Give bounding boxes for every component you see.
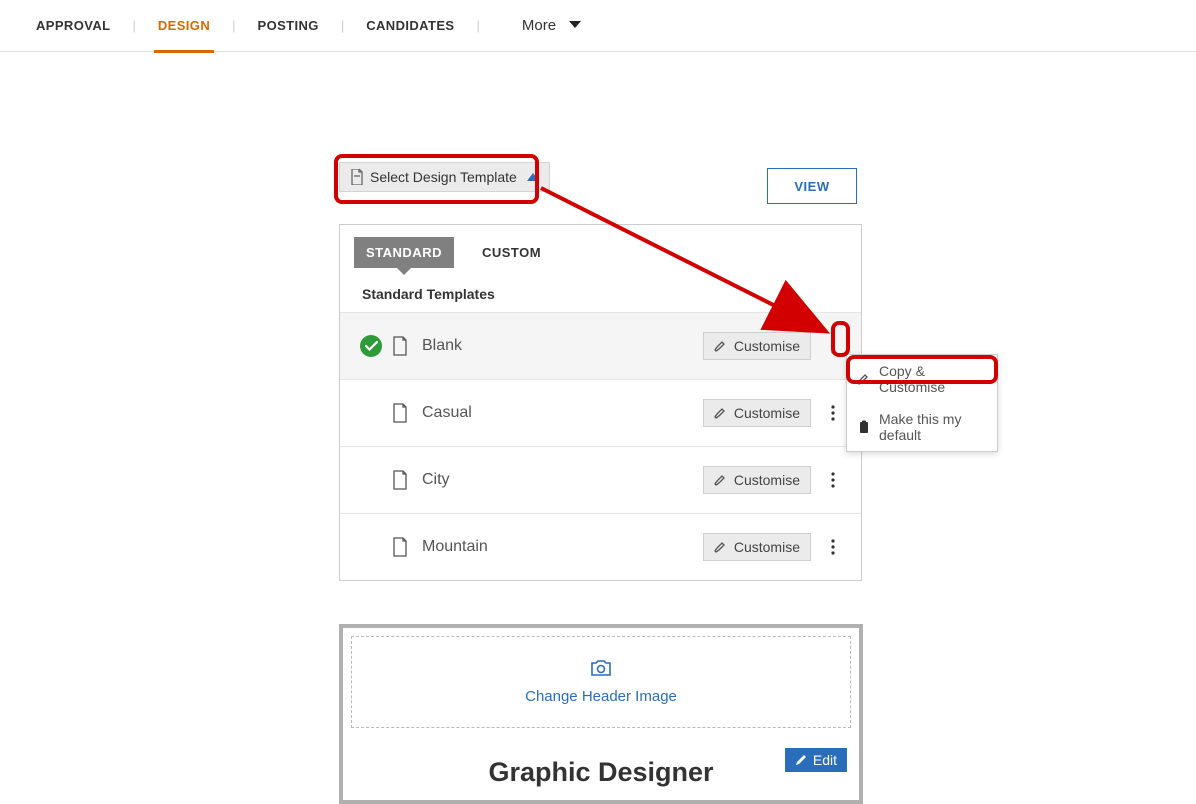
template-name: Casual xyxy=(422,404,693,422)
more-options-button[interactable] xyxy=(821,466,845,494)
camera-icon xyxy=(590,659,612,682)
template-name: Blank xyxy=(422,337,693,355)
clipboard-icon xyxy=(857,420,871,434)
design-preview-card: Change Header Image Graphic Designer Edi… xyxy=(339,624,863,804)
customise-button[interactable]: Customise xyxy=(703,533,811,561)
more-dropdown[interactable]: More xyxy=(522,17,582,35)
select-template-button[interactable]: Select Design Template xyxy=(339,162,550,192)
row-actions-menu: Copy & Customise Make this my default xyxy=(846,354,998,452)
sub-tab-standard[interactable]: STANDARD xyxy=(354,237,454,268)
brush-icon xyxy=(714,406,728,420)
more-options-button[interactable] xyxy=(821,533,845,561)
sub-tabs: STANDARD CUSTOM xyxy=(340,225,861,268)
job-title: Graphic Designer xyxy=(488,757,713,788)
content-area: Select Design Template VIEW STANDARD CUS… xyxy=(0,52,1196,102)
template-name: City xyxy=(422,471,693,489)
document-icon xyxy=(392,537,408,557)
pencil-icon xyxy=(795,754,807,766)
template-row[interactable]: Casual Customise xyxy=(340,379,861,446)
document-icon xyxy=(350,169,364,185)
brush-icon xyxy=(857,372,871,386)
template-panel: STANDARD CUSTOM Standard Templates Blank… xyxy=(339,224,862,581)
brush-icon xyxy=(714,540,728,554)
triangle-up-icon xyxy=(527,173,539,181)
view-button[interactable]: VIEW xyxy=(767,168,857,204)
menu-copy-customise[interactable]: Copy & Customise xyxy=(847,355,997,403)
template-name: Mountain xyxy=(422,538,693,556)
template-row[interactable]: Mountain Customise xyxy=(340,513,861,580)
section-title: Standard Templates xyxy=(340,268,861,312)
more-label: More xyxy=(522,17,556,34)
document-icon xyxy=(392,403,408,423)
menu-make-default[interactable]: Make this my default xyxy=(847,403,997,451)
nav-tab-approval[interactable]: APPROVAL xyxy=(26,0,120,52)
document-icon xyxy=(392,470,408,490)
sub-tab-custom[interactable]: CUSTOM xyxy=(470,237,553,268)
more-options-button[interactable] xyxy=(821,399,845,427)
chevron-down-icon xyxy=(568,17,582,35)
document-icon xyxy=(392,336,408,356)
check-circle-icon xyxy=(360,335,382,357)
nav-tab-design[interactable]: DESIGN xyxy=(148,0,220,52)
brush-icon xyxy=(714,339,728,353)
change-header-image[interactable]: Change Header Image xyxy=(351,636,851,728)
nav-tab-posting[interactable]: POSTING xyxy=(248,0,329,52)
edit-button[interactable]: Edit xyxy=(785,748,847,772)
brush-icon xyxy=(714,473,728,487)
top-nav: APPROVAL | DESIGN | POSTING | CANDIDATES… xyxy=(0,0,1196,52)
template-row[interactable]: Blank Customise xyxy=(340,312,861,379)
select-template-label: Select Design Template xyxy=(370,169,517,185)
template-row[interactable]: City Customise xyxy=(340,446,861,513)
change-header-link: Change Header Image xyxy=(525,688,677,705)
customise-button[interactable]: Customise xyxy=(703,399,811,427)
customise-button[interactable]: Customise xyxy=(703,466,811,494)
nav-tab-candidates[interactable]: CANDIDATES xyxy=(356,0,464,52)
more-options-button[interactable] xyxy=(821,332,845,360)
customise-button[interactable]: Customise xyxy=(703,332,811,360)
